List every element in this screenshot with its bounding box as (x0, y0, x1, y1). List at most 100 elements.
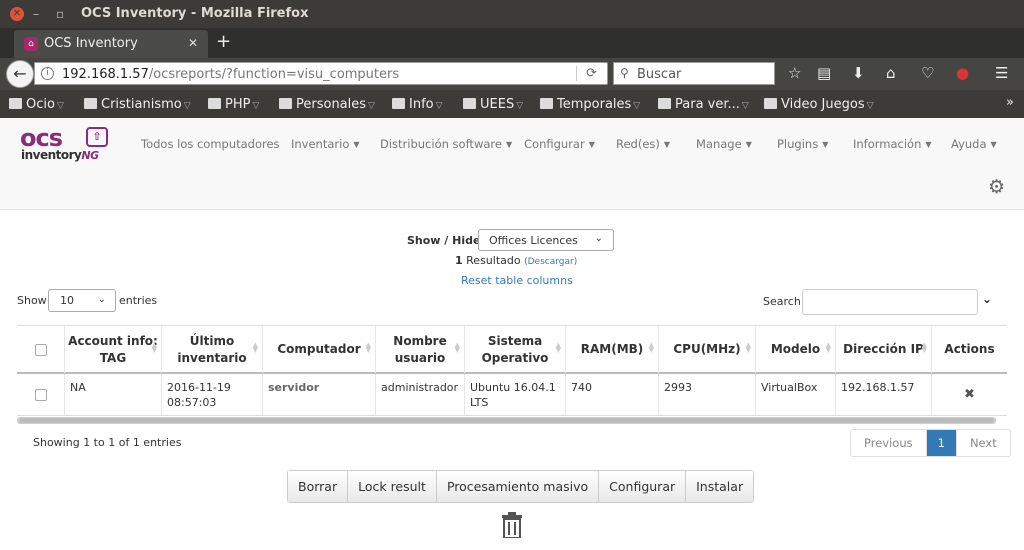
cell-last-inventory: 2016-11-19 08:57:03 (162, 374, 263, 415)
search-bar[interactable]: ⚲ Buscar (613, 62, 775, 85)
show-hide-select[interactable]: Offices Licences ⌄ (478, 229, 614, 251)
instalar-button[interactable]: Instalar (686, 471, 754, 502)
site-info-icon[interactable]: i (41, 67, 54, 80)
bookmark-folder[interactable]: Para ver... ▽ (658, 97, 749, 112)
table-header: Account info: TAG ▲ ▼ Último inventario ▲ ▼ … (17, 325, 1007, 374)
column-header[interactable]: Sistema Operativo ▲ ▼ (465, 326, 566, 373)
column-header[interactable]: Dirección IP ▲ ▼ (836, 326, 932, 373)
window-title: OCS Inventory - Mozilla Firefox (81, 6, 309, 21)
caret-down-icon: ▼ (505, 140, 513, 149)
reset-columns-link[interactable]: Reset table columns (461, 274, 573, 287)
gear-icon[interactable]: ⚙ (988, 176, 1005, 198)
previous-page-button[interactable]: Previous (851, 430, 927, 456)
scrollbar-thumb[interactable] (19, 418, 994, 423)
window-minimize-icon[interactable]: – (33, 7, 39, 21)
menu-label: Manage (696, 137, 742, 151)
column-header[interactable]: Nombre usuario ▲ ▼ (376, 326, 465, 373)
back-button-icon[interactable]: ← (6, 60, 34, 88)
menu-informacion[interactable]: Información ▼ (853, 137, 932, 151)
ocs-page: ocs ⇧ inventoryNG Todos los computadores… (0, 118, 1024, 550)
logo-box-icon: ⇧ (86, 127, 108, 147)
entries-length-select[interactable]: 10 ⌄ (48, 289, 116, 312)
menu-ayuda[interactable]: Ayuda ▼ (951, 137, 997, 151)
column-header[interactable]: Account info: TAG ▲ ▼ (65, 326, 162, 373)
reading-list-icon[interactable]: ▤ (817, 65, 831, 81)
bookmark-folder[interactable]: Info ▽ (392, 97, 443, 112)
configurar-button[interactable]: Configurar (599, 471, 687, 502)
downloads-icon[interactable]: ⬇ (852, 65, 865, 81)
ocs-logo[interactable]: ocs ⇧ inventoryNG (20, 124, 112, 164)
column-header[interactable]: RAM(MB) ▲ ▼ (566, 326, 659, 373)
url-bar[interactable]: i 192.168.1.57/ocsreports/?function=visu… (34, 62, 608, 85)
bookmark-folder[interactable]: Cristianismo ▽ (84, 97, 191, 112)
chevron-down-icon: ▽ (741, 101, 749, 111)
folder-icon (658, 98, 671, 109)
menu-configurar[interactable]: Configurar ▼ (524, 137, 595, 151)
download-link[interactable]: (Descargar) (524, 257, 577, 267)
hamburger-menu-icon[interactable]: ☰ (995, 65, 1008, 81)
menu-label: Ayuda (951, 137, 987, 151)
tab-close-icon[interactable]: ✕ (188, 36, 198, 50)
bookmarks-bar: Ocio ▽ Cristianismo ▽ PHP ▽ Personales ▽ Inf… (0, 90, 1024, 118)
cell-user: administrador (376, 374, 465, 415)
menu-plugins[interactable]: Plugins ▼ (777, 137, 828, 151)
bookmark-star-icon[interactable]: ☆ (788, 65, 801, 81)
pagination: Previous 1 Next (850, 429, 1011, 457)
pocket-icon[interactable]: ♡ (921, 65, 934, 81)
browser-tab[interactable]: ⌂ OCS Inventory ✕ (14, 30, 208, 58)
page-1-button[interactable]: 1 (926, 430, 957, 456)
folder-icon (208, 98, 221, 109)
bookmark-folder[interactable]: UEES ▽ (463, 97, 523, 112)
cell-cpu: 2993 (659, 374, 756, 415)
menu-inventario[interactable]: Inventario ▼ (291, 137, 360, 151)
bookmark-folder[interactable]: Ocio ▽ (9, 97, 64, 112)
procesamiento-masivo-button[interactable]: Procesamiento masivo (436, 471, 600, 502)
window-close-icon[interactable]: ✕ (10, 7, 24, 21)
window-maximize-icon[interactable]: ▫ (56, 7, 64, 21)
caret-down-icon: ▼ (925, 140, 932, 149)
column-header[interactable]: Computador ▲ ▼ (263, 326, 376, 373)
bookmark-folder[interactable]: Temporales ▽ (540, 97, 640, 112)
menu-distribucion-software[interactable]: Distribución software ▼ (380, 137, 512, 151)
url-host: 192.168.1.57 (62, 67, 149, 82)
bookmark-label: Cristianismo (101, 97, 182, 112)
borrar-button[interactable]: Borrar (288, 471, 349, 502)
bookmark-folder[interactable]: Video Juegos ▽ (764, 97, 874, 112)
caret-down-icon: ▼ (353, 140, 360, 149)
navigation-bar: ← i 192.168.1.57/ocsreports/?function=vi… (0, 58, 1024, 90)
bookmark-folder[interactable]: PHP ▽ (208, 97, 259, 112)
ocs-favicon-icon: ⌂ (24, 37, 38, 51)
column-label: Modelo (770, 342, 821, 356)
cell-computer-link[interactable]: servidor (263, 374, 376, 415)
trash-icon[interactable] (501, 512, 523, 538)
column-label: Actions (944, 342, 995, 356)
row-checkbox[interactable] (34, 388, 47, 401)
chevron-down-icon: ▽ (435, 101, 443, 111)
column-header[interactable]: Último inventario ▲ ▼ (162, 326, 263, 373)
bookmarks-overflow-icon[interactable]: » (1006, 95, 1014, 110)
tab-label: OCS Inventory (44, 36, 138, 51)
reload-icon[interactable]: ⟳ (586, 66, 597, 81)
extension-icon[interactable]: ● (956, 65, 969, 81)
chevron-down-icon[interactable]: ⌄ (982, 292, 992, 306)
menu-todos-computadores[interactable]: Todos los computadores (141, 137, 280, 151)
menu-manage[interactable]: Manage ▼ (696, 137, 752, 151)
next-page-button[interactable]: Next (957, 430, 1010, 456)
result-count-line: 1 Resultado (Descargar) (455, 254, 577, 267)
column-header[interactable]: Modelo ▲ ▼ (756, 326, 836, 373)
bookmark-folder[interactable]: Personales ▽ (279, 97, 375, 112)
lock-result-button[interactable]: Lock result (348, 471, 437, 502)
menu-label: Red(es) (616, 137, 660, 151)
chevron-down-icon: ▽ (183, 101, 191, 111)
search-label: Search: (763, 295, 805, 308)
url-text[interactable]: 192.168.1.57/ocsreports/?function=visu_c… (62, 67, 399, 82)
delete-row-icon[interactable]: ✖ (932, 374, 1007, 415)
home-icon[interactable]: ⌂ (886, 65, 896, 81)
chevron-down-icon: ▽ (866, 101, 874, 111)
select-all-checkbox[interactable] (34, 343, 47, 356)
new-tab-icon[interactable]: + (216, 31, 231, 52)
column-header[interactable]: CPU(MHz) ▲ ▼ (659, 326, 756, 373)
table-row[interactable]: NA 2016-11-19 08:57:03 servidor administ… (17, 374, 1007, 416)
menu-redes[interactable]: Red(es) ▼ (616, 137, 670, 151)
table-search-input[interactable] (802, 289, 978, 315)
